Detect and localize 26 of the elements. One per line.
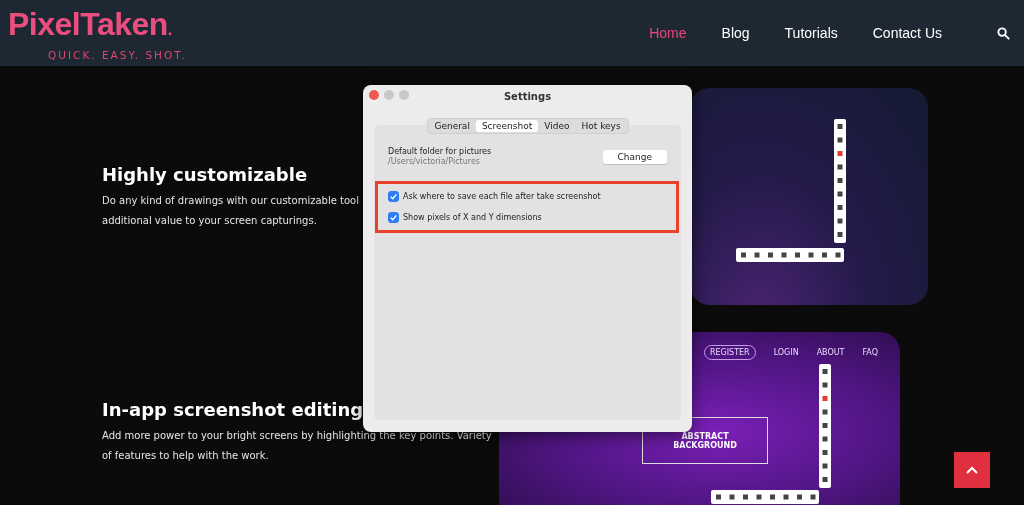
folder-label: Default folder for pictures [388, 147, 492, 156]
back-to-top-button[interactable] [954, 452, 990, 488]
option-label: Ask where to save each file after take screenshot [403, 192, 601, 201]
chevron-up-icon [965, 465, 979, 475]
feature-description: Add more power to your bright screens by highlighting the key points. Variety of features to help with the work. [102, 429, 492, 463]
logo-tagline: QUICK. EASY. SHOT. [48, 49, 187, 61]
checkbox[interactable] [388, 212, 399, 223]
change-button[interactable]: Change [602, 149, 667, 164]
feature-description: Do any kind of drawings with our customizable tool additional value to your screen capturings. [102, 193, 359, 228]
tab[interactable]: Video [538, 120, 576, 132]
nav-link[interactable]: Tutorials [784, 25, 838, 41]
logo-wordmark[interactable]: PixelTaken. [8, 7, 172, 47]
search-icon[interactable] [997, 26, 1010, 40]
nav-link[interactable]: Contact Us [872, 25, 942, 41]
window-title: Settings [503, 90, 552, 102]
close-button[interactable] [369, 90, 379, 100]
tab[interactable]: Hot keys [575, 120, 627, 132]
tab[interactable]: Screenshot [475, 120, 539, 132]
tab[interactable]: General [428, 120, 476, 132]
feature-title: In-app screenshot editing [102, 398, 364, 422]
nav-link[interactable]: Blog [721, 25, 750, 41]
feature-title: Highly customizable [102, 162, 308, 187]
checkbox[interactable] [388, 191, 399, 202]
folder-path: /Users/victoria/Pictures [388, 157, 481, 166]
nav-link[interactable]: Home [649, 25, 687, 41]
option-label: Show pixels of X and Y dimensions [403, 213, 542, 222]
